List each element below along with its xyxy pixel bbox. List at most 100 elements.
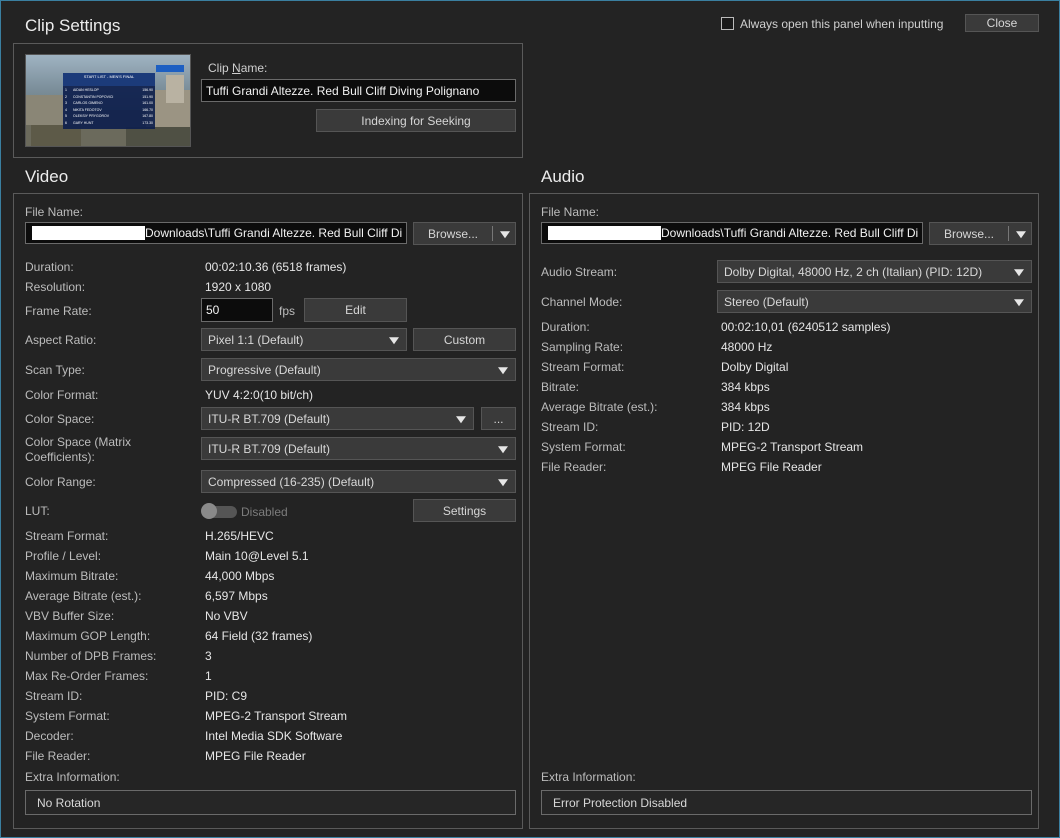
color-format-label: Color Format: [25, 388, 99, 402]
info-label: Sampling Rate: [541, 340, 624, 354]
aspect-custom-button[interactable]: Custom [413, 328, 516, 351]
audio-browse-button[interactable]: Browse... [929, 222, 1032, 245]
channel-mode-label: Channel Mode: [541, 295, 623, 309]
chevron-down-icon[interactable] [500, 230, 510, 238]
video-browse-button[interactable]: Browse... [413, 222, 516, 245]
info-value: 64 Field (32 frames) [205, 629, 313, 643]
info-value: 00:02:10,01 (6240512 samples) [721, 320, 891, 334]
frame-rate-edit-button[interactable]: Edit [304, 298, 407, 322]
page-title: Clip Settings [25, 16, 121, 35]
redacted-path [548, 226, 661, 240]
matrix-label-line1: Color Space (Matrix [25, 435, 132, 449]
matrix-coefficients-value: ITU-R BT.709 (Default) [208, 441, 331, 456]
info-value: Main 10@Level 5.1 [205, 549, 309, 563]
scan-type-select[interactable]: Progressive (Default) [201, 358, 516, 381]
info-label: Number of DPB Frames: [25, 649, 157, 663]
info-label: Decoder: [25, 729, 74, 743]
info-value: 384 kbps [721, 380, 770, 394]
info-label: Average Bitrate (est.): [25, 589, 142, 603]
close-button[interactable]: Close [965, 14, 1039, 32]
chevron-down-icon [456, 415, 466, 423]
audio-file-name-input[interactable]: Downloads\Tuffi Grandi Altezze. Red Bull… [541, 222, 923, 244]
aspect-ratio-value: Pixel 1:1 (Default) [208, 332, 304, 347]
video-file-name-label: File Name: [25, 205, 84, 219]
always-open-checkbox[interactable] [721, 17, 734, 30]
video-extra-info-label: Extra Information: [25, 770, 120, 784]
info-value: MPEG-2 Transport Stream [721, 440, 864, 454]
audio-browse-separator [1008, 226, 1009, 241]
info-value: 1 [205, 669, 212, 683]
info-label: Maximum Bitrate: [25, 569, 119, 583]
channel-mode-select[interactable]: Stereo (Default) [717, 290, 1032, 313]
thumbnail-overlay-list: 1 AIDAN HESLOP 156.90 2 CONSTANTIN POPOVICI… [65, 87, 153, 126]
audio-file-name-text: Downloads\Tuffi Grandi Altezze. Red Bull… [661, 226, 919, 240]
info-label: Max Re-Order Frames: [25, 669, 149, 683]
video-browse-label[interactable]: Browse... [414, 223, 492, 244]
info-value: 3 [205, 649, 212, 663]
audio-browse-label[interactable]: Browse... [930, 223, 1008, 244]
info-label: Stream Format: [541, 360, 625, 374]
indexing-button[interactable]: Indexing for Seeking [316, 109, 516, 132]
lut-toggle[interactable] [201, 503, 237, 519]
audio-stream-select[interactable]: Dolby Digital, 48000 Hz, 2 ch (Italian) … [717, 260, 1032, 283]
audio-file-name-label: File Name: [541, 205, 600, 219]
lut-state-label: Disabled [241, 505, 288, 519]
audio-stream-label: Audio Stream: [541, 265, 618, 279]
audio-extra-info-box: Error Protection Disabled [541, 790, 1032, 815]
info-value: PID: 12D [721, 420, 770, 434]
audio-section-title: Audio [541, 167, 585, 186]
info-label: Duration: [541, 320, 590, 334]
lut-settings-button[interactable]: Settings [413, 499, 516, 522]
color-space-more-button[interactable]: ... [481, 407, 516, 430]
info-value: No VBV [205, 609, 248, 623]
clip-thumbnail: START LIST - MEN'S FINAL 1 AIDAN HESLOP 15… [25, 54, 191, 147]
color-space-label: Color Space: [25, 412, 95, 426]
frame-rate-input[interactable]: 50 [201, 298, 273, 322]
info-label: File Reader: [541, 460, 607, 474]
video-section-title: Video [25, 167, 69, 186]
chevron-down-icon [1014, 298, 1024, 306]
channel-mode-value: Stereo (Default) [724, 294, 809, 309]
always-open-label: Always open this panel when inputting [740, 17, 944, 31]
chevron-down-icon[interactable] [1016, 230, 1026, 238]
info-label: Bitrate: [541, 380, 580, 394]
info-label: System Format: [541, 440, 626, 454]
chevron-down-icon [389, 336, 399, 344]
info-label: Profile / Level: [25, 549, 102, 563]
info-label: Stream Format: [25, 529, 109, 543]
info-label: System Format: [25, 709, 110, 723]
audio-panel [529, 193, 1039, 829]
info-value: PID: C9 [205, 689, 248, 703]
aspect-ratio-label: Aspect Ratio: [25, 333, 97, 347]
chevron-down-icon [498, 478, 508, 486]
resolution-label: Resolution: [25, 280, 86, 294]
color-range-label: Color Range: [25, 475, 96, 489]
info-value: MPEG File Reader [721, 460, 822, 474]
info-label: File Reader: [25, 749, 91, 763]
video-file-name-input[interactable]: Downloads\Tuffi Grandi Altezze. Red Bull… [25, 222, 407, 244]
frame-rate-label: Frame Rate: [25, 304, 92, 318]
fps-label: fps [279, 304, 296, 318]
video-extra-info-box: No Rotation [25, 790, 516, 815]
info-value: 384 kbps [721, 400, 770, 414]
clip-name-input[interactable]: Tuffi Grandi Altezze. Red Bull Cliff Div… [201, 79, 516, 102]
resolution-value: 1920 x 1080 [205, 280, 272, 294]
color-format-value: YUV 4:2:0(10 bit/ch) [205, 388, 314, 402]
audio-extra-info-label: Extra Information: [541, 770, 636, 784]
redacted-path [32, 226, 145, 240]
chevron-down-icon [498, 366, 508, 374]
video-browse-separator [492, 226, 493, 241]
matrix-coefficients-select[interactable]: ITU-R BT.709 (Default) [201, 437, 516, 460]
matrix-label-line2: Coefficients): [25, 450, 95, 464]
lut-toggle-knob [201, 503, 217, 519]
aspect-ratio-select[interactable]: Pixel 1:1 (Default) [201, 328, 407, 351]
info-value: MPEG-2 Transport Stream [205, 709, 348, 723]
info-value: 6,597 Mbps [205, 589, 268, 603]
info-label: VBV Buffer Size: [25, 609, 115, 623]
info-value: 44,000 Mbps [205, 569, 275, 583]
info-value: 48000 Hz [721, 340, 773, 354]
thumbnail-row: 6 GARY HUNT 173.30 [65, 120, 153, 125]
color-space-select[interactable]: ITU-R BT.709 (Default) [201, 407, 474, 430]
color-range-select[interactable]: Compressed (16-235) (Default) [201, 470, 516, 493]
chevron-down-icon [1014, 268, 1024, 276]
